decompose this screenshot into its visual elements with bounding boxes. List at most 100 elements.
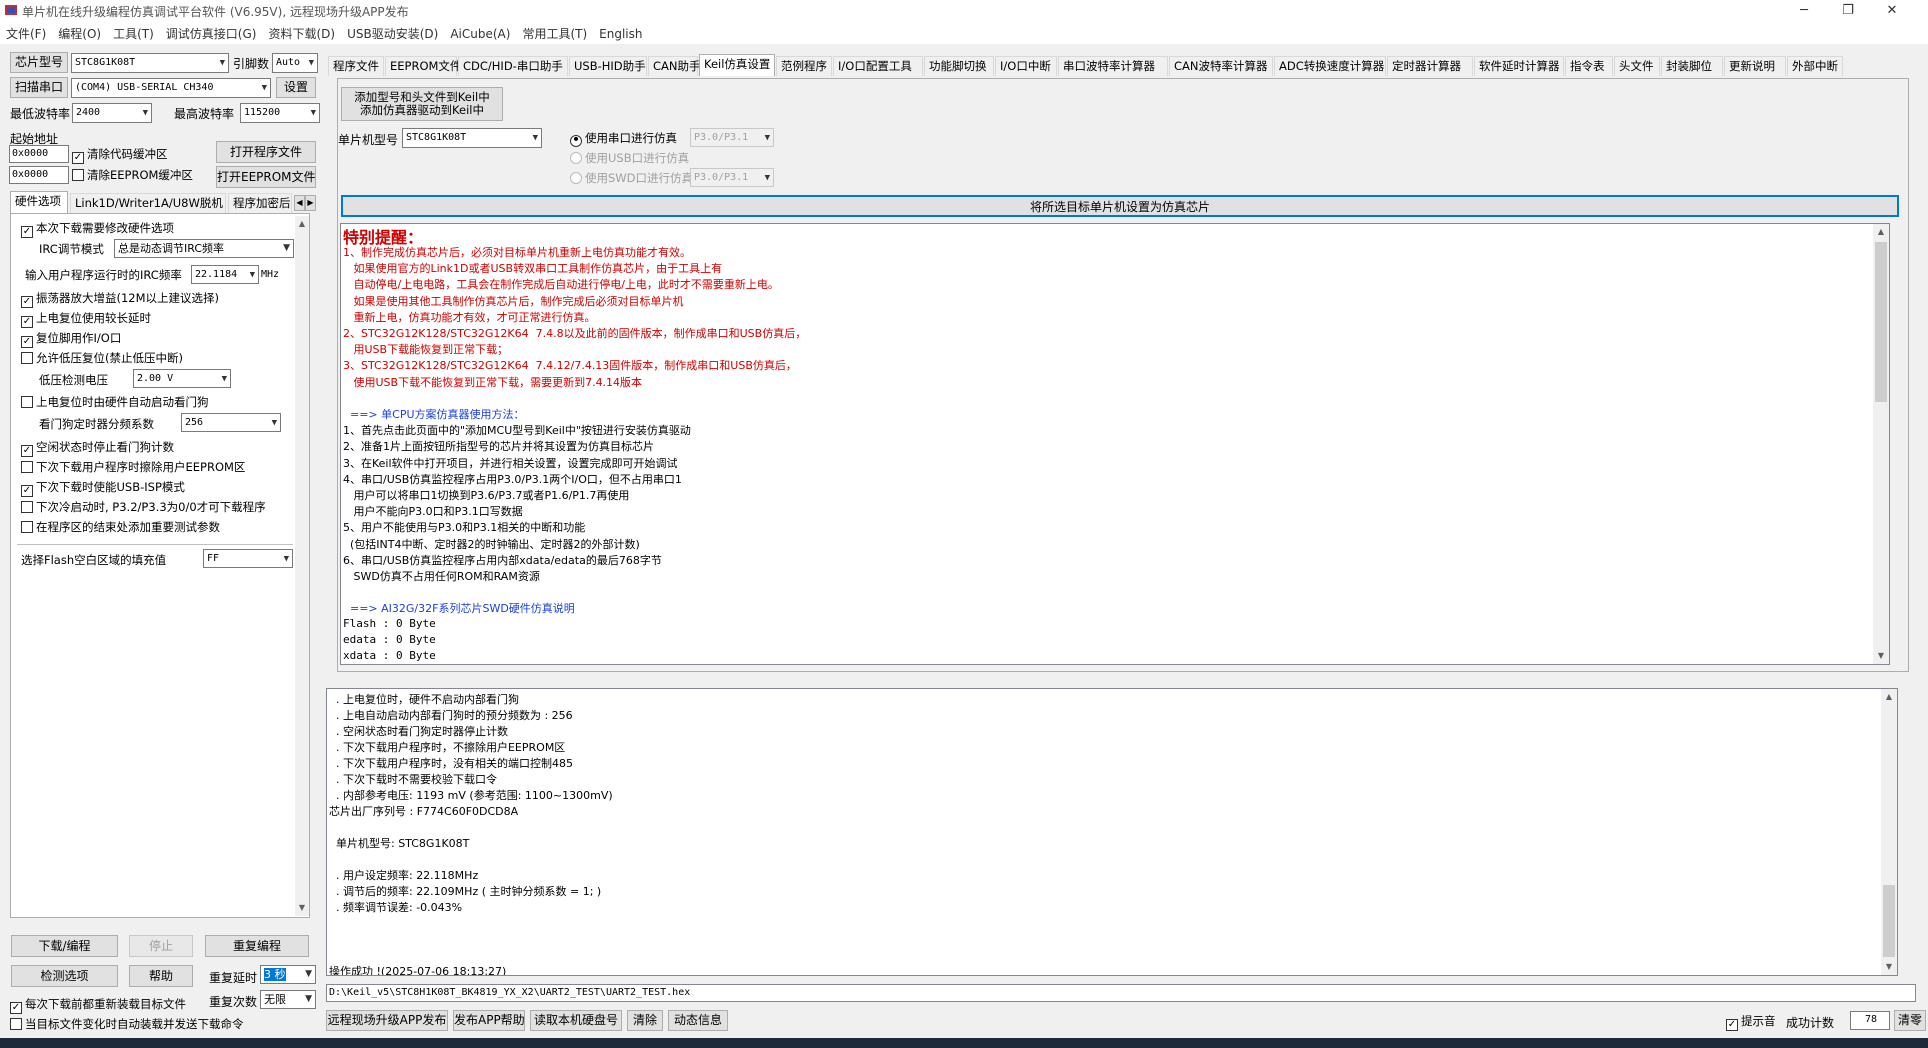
add-to-keil-button[interactable]: 添加型号和头文件到Keil中 添加仿真器驱动到Keil中 [341, 87, 503, 121]
reset-count-button[interactable]: 清零 [1894, 1010, 1926, 1031]
scroll-down-icon[interactable]: ▼ [295, 900, 309, 916]
cold-start-p32-checkbox[interactable]: 下次冷启动时, P3.2/P3.3为0/0才可下载程序 [21, 499, 266, 515]
radio-serial-sim[interactable]: • 使用串口进行仿真 [570, 130, 677, 147]
chip-type-select[interactable]: STC8G1K08T ▼ [71, 53, 229, 73]
chip-type-button[interactable]: 芯片型号 [10, 52, 68, 73]
minimize-button[interactable]: ─ [1782, 0, 1826, 22]
swd-port-pins-select[interactable]: P3.0/P3.1 ▼ [690, 168, 774, 187]
tab-encryption[interactable]: 程序加密后 [228, 193, 292, 213]
scroll-up-icon[interactable]: ▲ [1881, 689, 1897, 705]
main-tab[interactable]: USB-HID助手 [569, 56, 647, 76]
hw-panel-scrollbar[interactable]: ▲ ▼ [295, 216, 309, 916]
repeat-delay-select[interactable]: 3 秒 ▼ [260, 965, 316, 984]
radio-swd-sim[interactable]: 使用SWD口进行仿真 [570, 170, 693, 186]
tab-scroll-left-icon[interactable]: ◀ [294, 195, 305, 211]
irc-freq-select[interactable]: 22.1184 ▼ [191, 265, 259, 284]
set-simulation-chip-button[interactable]: 将所选目标单片机设置为仿真芯片 [341, 195, 1899, 217]
eeprom-address-input[interactable]: 0x0000 [9, 166, 69, 184]
scroll-up-icon[interactable]: ▲ [1873, 224, 1889, 240]
settings-button[interactable]: 设置 [276, 77, 316, 98]
tab-link1d[interactable]: Link1D/Writer1A/U8W脱机 [70, 193, 226, 213]
main-tab[interactable]: Keil仿真设置 [699, 54, 775, 76]
main-tab[interactable]: 功能脚切换 [924, 56, 994, 76]
menu-item[interactable]: 编程(O) [52, 22, 107, 45]
help-button[interactable]: 帮助 [129, 965, 193, 987]
clear-log-button[interactable]: 清除 [627, 1010, 663, 1031]
usb-isp-checkbox[interactable]: ✓ 下次下载时使能USB-ISP模式 [21, 479, 185, 497]
check-options-button[interactable]: 检测选项 [11, 965, 118, 987]
modify-hw-options-checkbox[interactable]: ✓ 本次下载需要修改硬件选项 [21, 220, 174, 238]
scroll-thumb[interactable] [1883, 885, 1895, 957]
port-select[interactable]: (COM4) USB-SERIAL CH340 ▼ [71, 78, 271, 98]
repeat-program-button[interactable]: 重复编程 [205, 935, 309, 957]
main-tab[interactable]: 串口波特率计算器 [1058, 56, 1168, 76]
main-tab[interactable]: EEPROM文件 [385, 56, 461, 76]
code-address-input[interactable]: 0x0000 [9, 145, 69, 163]
menu-item[interactable]: 工具(T) [107, 22, 160, 45]
irc-mode-select[interactable]: 总是动态调节IRC频率 ▼ [114, 239, 294, 258]
main-tab[interactable]: I/O口中断 [995, 56, 1057, 76]
long-reset-delay-checkbox[interactable]: ✓ 上电复位使用较长延时 [21, 310, 151, 328]
main-tab[interactable]: 范例程序 [776, 56, 832, 76]
main-tab[interactable]: 头文件 [1614, 56, 1660, 76]
scroll-down-icon[interactable]: ▼ [1873, 648, 1889, 664]
scroll-down-icon[interactable]: ▼ [1881, 959, 1897, 975]
menu-item[interactable]: English [593, 24, 648, 44]
main-tab[interactable]: ADC转换速度计算器 [1274, 56, 1386, 76]
main-tab[interactable]: CAN波特率计算器 [1169, 56, 1273, 76]
beep-checkbox[interactable]: ✓ 提示音 [1726, 1013, 1776, 1031]
main-tab[interactable]: 指令表 [1565, 56, 1613, 76]
log-scrollbar[interactable]: ▲ ▼ [1881, 689, 1897, 975]
main-tab[interactable]: 封装脚位 [1661, 56, 1723, 76]
menu-item[interactable]: 文件(F) [0, 22, 52, 45]
osc-gain-checkbox[interactable]: ✓ 振荡器放大增益(12M以上建议选择) [21, 290, 219, 308]
main-tab[interactable]: 更新说明 [1724, 56, 1786, 76]
erase-eeprom-checkbox[interactable]: 下次下载用户程序时擦除用户EEPROM区 [21, 459, 245, 475]
menu-item[interactable]: 资料下载(D) [262, 22, 341, 45]
low-voltage-select[interactable]: 2.00 V ▼ [133, 369, 231, 388]
menu-item[interactable]: 调试仿真接口(G) [160, 22, 263, 45]
scan-port-button[interactable]: 扫描串口 [10, 77, 68, 98]
download-program-button[interactable]: 下载/编程 [11, 935, 118, 957]
close-button[interactable]: ✕ [1870, 0, 1914, 22]
scroll-thumb[interactable] [1875, 242, 1887, 402]
clear-eeprom-checkbox[interactable]: 清除EEPROM缓冲区 [72, 167, 193, 183]
auto-reload-checkbox[interactable]: 当目标文件变化时自动装载并发送下载命令 [10, 1016, 244, 1032]
open-eeprom-file-button[interactable]: 打开EEPROM文件 [216, 166, 316, 188]
low-voltage-reset-checkbox[interactable]: 允许低压复位(禁止低压中断) [21, 350, 183, 366]
maximize-button[interactable]: ❐ [1826, 0, 1870, 22]
test-params-checkbox[interactable]: 在程序区的结束处添加重要测试参数 [21, 519, 220, 535]
stop-button[interactable]: 停止 [129, 935, 193, 957]
main-tab[interactable]: CDC/HID-串口助手 [458, 56, 568, 76]
dynamic-info-button[interactable]: 动态信息 [668, 1010, 728, 1031]
idle-stop-wdt-checkbox[interactable]: ✓ 空闲状态时停止看门狗计数 [21, 439, 174, 457]
read-disk-id-button[interactable]: 读取本机硬盘号 [530, 1010, 622, 1031]
remote-upgrade-button[interactable]: 远程现场升级APP发布 [326, 1010, 448, 1031]
menu-item[interactable]: 常用工具(T) [516, 22, 593, 45]
main-tab[interactable]: 外部中断 [1787, 56, 1843, 76]
mcu-type-select[interactable]: STC8G1K08T ▼ [402, 128, 542, 148]
open-program-file-button[interactable]: 打开程序文件 [216, 141, 316, 163]
menu-item[interactable]: AiCube(A) [444, 24, 516, 44]
main-tab[interactable]: 程序文件 [328, 56, 384, 76]
main-tab[interactable]: 软件延时计算器 [1474, 56, 1564, 76]
menu-item[interactable]: USB驱动安装(D) [341, 22, 444, 45]
reset-pin-io-checkbox[interactable]: ✓ 复位脚用作I/O口 [21, 330, 121, 348]
tab-hardware-options[interactable]: 硬件选项 [10, 191, 68, 213]
flash-fill-select[interactable]: FF ▼ [203, 549, 293, 568]
serial-port-pins-select[interactable]: P3.0/P3.1 ▼ [690, 128, 774, 147]
wdt-auto-start-checkbox[interactable]: 上电复位时由硬件自动启动看门狗 [21, 394, 209, 410]
scroll-up-icon[interactable]: ▲ [295, 216, 309, 232]
main-tab[interactable]: 定时器计算器 [1387, 56, 1473, 76]
wdt-divider-select[interactable]: 256 ▼ [181, 413, 281, 432]
radio-usb-sim[interactable]: 使用USB口进行仿真 [570, 150, 689, 166]
clear-code-checkbox[interactable]: ✓ 清除代码缓冲区 [72, 146, 168, 164]
tab-scroll-right-icon[interactable]: ▶ [305, 195, 316, 211]
pins-select[interactable]: Auto ▼ [272, 53, 318, 73]
max-baud-select[interactable]: 115200 ▼ [240, 103, 320, 123]
notes-scrollbar[interactable]: ▲ ▼ [1873, 224, 1889, 664]
min-baud-select[interactable]: 2400 ▼ [72, 103, 152, 123]
repeat-count-select[interactable]: 无限 ▼ [260, 990, 316, 1009]
publish-help-button[interactable]: 发布APP帮助 [453, 1010, 525, 1031]
reload-each-checkbox[interactable]: ✓ 每次下载前都重新装载目标文件 [10, 996, 186, 1014]
